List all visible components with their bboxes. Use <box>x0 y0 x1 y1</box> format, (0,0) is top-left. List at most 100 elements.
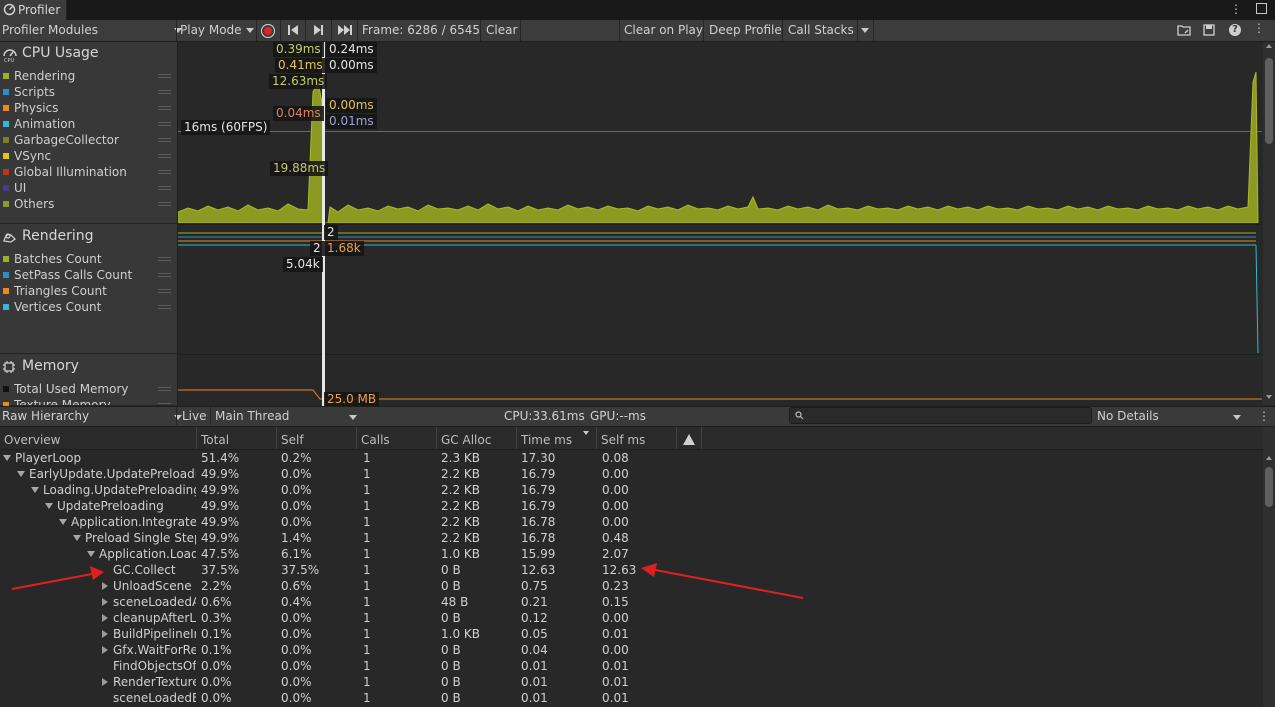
expand-chevron-down-icon[interactable] <box>45 503 53 509</box>
legend-drag-handle[interactable] <box>158 154 171 155</box>
legend-drag-handle[interactable] <box>158 273 171 274</box>
scroll-down-icon[interactable] <box>1266 395 1272 399</box>
table-row[interactable]: Application.Integrate A 49.9% 0.0% 1 2.2 KB 1… <box>0 514 1263 530</box>
table-row[interactable]: sceneLoadedB 0.0% 0.0% 1 0 B 0.01 0.01 <box>0 690 1263 706</box>
details-options-icon[interactable]: ⋮ <box>1258 407 1270 425</box>
expand-chevron-down-icon[interactable] <box>59 519 67 525</box>
expand-chevron-down-icon[interactable] <box>87 551 95 557</box>
next-frame-icon[interactable] <box>312 24 324 36</box>
legend-item[interactable]: Scripts <box>14 84 55 100</box>
legend-item[interactable]: Physics <box>14 100 58 116</box>
details-dropdown[interactable]: No Details <box>1097 407 1241 425</box>
view-mode-dropdown[interactable]: Raw Hierarchy <box>2 407 182 425</box>
table-row[interactable]: FindObjectsOf 0.0% 0.0% 1 0 B 0.01 0.01 <box>0 658 1263 674</box>
save-icon[interactable] <box>1203 24 1215 36</box>
deep-profile-toggle[interactable]: Deep Profile <box>709 20 782 41</box>
rendering-title[interactable]: Rendering <box>22 228 94 244</box>
legend-item[interactable]: Triangles Count <box>14 283 107 299</box>
clear-on-play-toggle[interactable]: Clear on Play <box>624 20 703 41</box>
legend-item[interactable]: Texture Memory <box>14 397 111 405</box>
hierarchy-scrollbar[interactable] <box>1263 427 1275 707</box>
load-folder-icon[interactable] <box>1177 24 1191 36</box>
expand-chevron-right-icon[interactable] <box>102 646 108 654</box>
scroll-up-icon[interactable] <box>1266 44 1272 48</box>
expand-chevron-right-icon[interactable] <box>102 678 108 686</box>
legend-item[interactable]: Batches Count <box>14 251 102 267</box>
legend-drag-handle[interactable] <box>158 186 171 187</box>
table-row[interactable]: cleanupAfterLo 0.3% 0.0% 1 0 B 0.12 0.00 <box>0 610 1263 626</box>
live-toggle[interactable]: Live <box>182 407 207 425</box>
col-gc-alloc[interactable]: GC Alloc <box>437 427 517 449</box>
expand-chevron-right-icon[interactable] <box>102 598 108 606</box>
expand-chevron-down-icon[interactable] <box>17 471 25 477</box>
graph-scrollbar[interactable] <box>1263 42 1275 405</box>
legend-item[interactable]: Rendering <box>14 68 75 84</box>
play-mode-dropdown[interactable]: Play Mode <box>180 20 254 41</box>
call-stacks-toggle[interactable]: Call Stacks <box>788 20 854 41</box>
col-total[interactable]: Total <box>197 427 277 449</box>
table-row[interactable]: Preload Single Step 49.9% 1.4% 1 2.2 KB 16.78… <box>0 530 1263 546</box>
thread-dropdown[interactable]: Main Thread <box>215 407 357 425</box>
profiler-tab[interactable]: Profiler <box>0 0 68 20</box>
legend-item[interactable]: Global Illumination <box>14 164 127 180</box>
search-input[interactable] <box>789 407 1092 424</box>
expand-chevron-right-icon[interactable] <box>102 614 108 622</box>
table-row[interactable]: GC.Collect 37.5% 37.5% 1 0 B 12.63 12.63 <box>0 562 1263 578</box>
table-row[interactable]: Gfx.WaitForRen 0.1% 0.0% 1 0 B 0.04 0.00 <box>0 642 1263 658</box>
table-row[interactable]: RenderTexture 0.0% 0.0% 1 0 B 0.01 0.01 <box>0 674 1263 690</box>
legend-drag-handle[interactable] <box>158 202 171 203</box>
legend-item[interactable]: Others <box>14 196 54 212</box>
cpu-usage-title[interactable]: CPU Usage <box>22 45 99 61</box>
kebab-menu-icon[interactable]: ⋮ <box>1230 2 1242 16</box>
legend-drag-handle[interactable] <box>158 387 171 388</box>
legend-drag-handle[interactable] <box>158 257 171 258</box>
legend-item[interactable]: VSync <box>14 148 51 164</box>
legend-drag-handle[interactable] <box>158 106 171 107</box>
expand-chevron-right-icon[interactable] <box>102 630 108 638</box>
legend-item[interactable]: Animation <box>14 116 75 132</box>
expand-chevron-right-icon[interactable] <box>102 582 108 590</box>
expand-chevron-down-icon[interactable] <box>31 487 39 493</box>
table-row[interactable]: sceneLoadedA 0.6% 0.4% 1 48 B 0.21 0.15 <box>0 594 1263 610</box>
col-self[interactable]: Self <box>277 427 357 449</box>
selected-frame-cursor[interactable] <box>322 42 325 406</box>
table-row[interactable]: EarlyUpdate.UpdatePreloadin 49.9% 0.0% 1 2.2… <box>0 466 1263 482</box>
legend-drag-handle[interactable] <box>158 90 171 91</box>
toolbar-options-icon[interactable]: ⋮ <box>1253 21 1265 35</box>
expand-chevron-down-icon[interactable] <box>73 535 81 541</box>
window-restore-icon[interactable] <box>1256 3 1267 14</box>
table-row[interactable]: Application.LoadL 47.5% 6.1% 1 1.0 KB 15.99 2.… <box>0 546 1263 562</box>
call-stacks-dropdown-arrow-icon[interactable] <box>861 28 869 33</box>
table-row[interactable]: UnloadScene 2.2% 0.6% 1 0 B 0.75 0.23 <box>0 578 1263 594</box>
table-row[interactable]: PlayerLoop 51.4% 0.2% 1 2.3 KB 17.30 0.08 <box>0 450 1263 466</box>
table-row[interactable]: BuildPipelineIn 0.1% 0.0% 1 1.0 KB 0.05 0.01 <box>0 626 1263 642</box>
legend-drag-handle[interactable] <box>158 289 171 290</box>
table-row[interactable]: Loading.UpdatePreloading 49.9% 0.0% 1 2.2 KB… <box>0 482 1263 498</box>
help-icon[interactable]: ? <box>1229 24 1241 36</box>
first-frame-icon[interactable] <box>287 24 299 36</box>
legend-drag-handle[interactable] <box>158 138 171 139</box>
legend-drag-handle[interactable] <box>158 403 171 404</box>
legend-item[interactable]: SetPass Calls Count <box>14 267 132 283</box>
col-calls[interactable]: Calls <box>357 427 437 449</box>
legend-drag-handle[interactable] <box>158 305 171 306</box>
expand-chevron-down-icon[interactable] <box>3 455 11 461</box>
legend-drag-handle[interactable] <box>158 170 171 171</box>
graph-scroll-thumb[interactable] <box>1265 58 1273 144</box>
last-frame-icon[interactable] <box>337 24 353 36</box>
col-self-ms[interactable]: Self ms <box>597 427 677 449</box>
legend-item[interactable]: Vertices Count <box>14 299 101 315</box>
col-warnings[interactable] <box>677 427 702 449</box>
scroll-up-icon[interactable] <box>1266 456 1272 460</box>
hierarchy-scroll-thumb[interactable] <box>1265 467 1273 507</box>
clear-button[interactable]: Clear <box>486 20 517 41</box>
legend-item[interactable]: UI <box>14 180 26 196</box>
memory-title[interactable]: Memory <box>22 358 79 374</box>
legend-drag-handle[interactable] <box>158 122 171 123</box>
col-overview[interactable]: Overview <box>0 427 197 449</box>
record-icon[interactable] <box>261 24 275 38</box>
table-row[interactable]: UpdatePreloading 49.9% 0.0% 1 2.2 KB 16.79 0.0… <box>0 498 1263 514</box>
profiler-modules-dropdown[interactable]: Profiler Modules <box>2 20 182 41</box>
legend-drag-handle[interactable] <box>158 74 171 75</box>
legend-item[interactable]: GarbageCollector <box>14 132 119 148</box>
